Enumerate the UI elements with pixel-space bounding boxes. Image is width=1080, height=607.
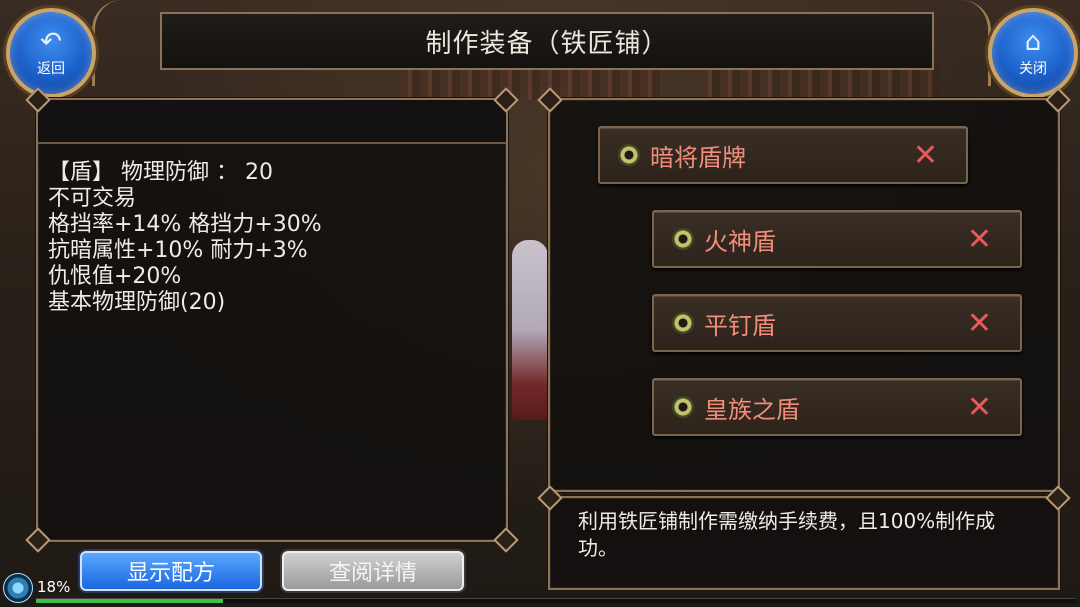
- stat-line: 格挡率+14% 格挡力+30%: [48, 212, 322, 237]
- remove-x-icon[interactable]: ✕: [967, 306, 992, 341]
- page-title: 制作装备（铁匠铺）: [425, 28, 669, 59]
- recipe-name: 平钉盾: [704, 311, 776, 340]
- gem-icon: [672, 396, 694, 418]
- item-stats-list: 【盾】 物理防御 ： 20 不可交易 格挡率+14% 格挡力+30% 抗暗属性+…: [48, 160, 322, 316]
- recipe-item-1[interactable]: 火神盾 ✕: [652, 210, 1022, 268]
- background-character: [512, 240, 548, 420]
- stat-line: 不可交易: [48, 186, 137, 211]
- recipe-name: 皇族之盾: [704, 395, 800, 424]
- recipe-name: 火神盾: [704, 227, 776, 256]
- recipe-list-panel: 暗将盾牌 ✕ 火神盾 ✕ 平钉盾 ✕ 皇族之盾 ✕: [537, 87, 1071, 492]
- close-button-label: 关闭: [1019, 61, 1047, 77]
- stat-line: 【盾】 物理防御 ： 20: [48, 160, 273, 185]
- home-icon: ⌂: [1024, 27, 1042, 57]
- exp-bar-fill: [36, 599, 224, 603]
- recipe-item-2[interactable]: 平钉盾 ✕: [652, 294, 1022, 352]
- recipe-item-3[interactable]: 皇族之盾 ✕: [652, 378, 1022, 436]
- left-frame-ornament: [92, 0, 135, 86]
- remove-x-icon[interactable]: ✕: [967, 390, 992, 425]
- stat-line: 基本物理防御(20): [48, 290, 226, 315]
- back-button[interactable]: ↶ 返回: [6, 8, 96, 98]
- exp-percent: 18%: [37, 578, 71, 596]
- back-button-label: 返回: [37, 61, 65, 77]
- stat-line: 抗暗属性+10% 耐力+3%: [48, 238, 308, 263]
- item-stats-header: [38, 100, 506, 144]
- info-text: 利用铁匠铺制作需缴纳手续费，且100%制作成功。: [578, 509, 996, 560]
- item-stats-panel: 【盾】 物理防御 ： 20 不可交易 格挡率+14% 格挡力+30% 抗暗属性+…: [25, 87, 519, 553]
- recipe-name: 暗将盾牌: [650, 143, 746, 172]
- stat-line: 仇恨值+20%: [48, 264, 182, 289]
- show-recipe-button[interactable]: 显示配方: [80, 551, 262, 591]
- gem-icon: [672, 312, 694, 334]
- title-bar: 制作装备（铁匠铺）: [160, 12, 934, 70]
- close-button[interactable]: ⌂ 关闭: [988, 8, 1078, 98]
- exp-bar: [36, 598, 1076, 603]
- remove-x-icon[interactable]: ✕: [913, 138, 938, 173]
- gem-icon: [672, 228, 694, 250]
- info-panel: 利用铁匠铺制作需缴纳手续费，且100%制作成功。: [537, 485, 1071, 590]
- remove-x-icon[interactable]: ✕: [967, 222, 992, 257]
- status-orb-icon: [3, 573, 33, 603]
- right-frame-ornament: [948, 0, 991, 86]
- panel-corner-ornament: [25, 527, 51, 553]
- back-arrow-icon: ↶: [40, 27, 62, 57]
- recipe-item-0[interactable]: 暗将盾牌 ✕: [598, 126, 968, 184]
- view-detail-button[interactable]: 查阅详情: [282, 551, 464, 591]
- panel-corner-ornament: [493, 527, 519, 553]
- gem-icon: [618, 144, 640, 166]
